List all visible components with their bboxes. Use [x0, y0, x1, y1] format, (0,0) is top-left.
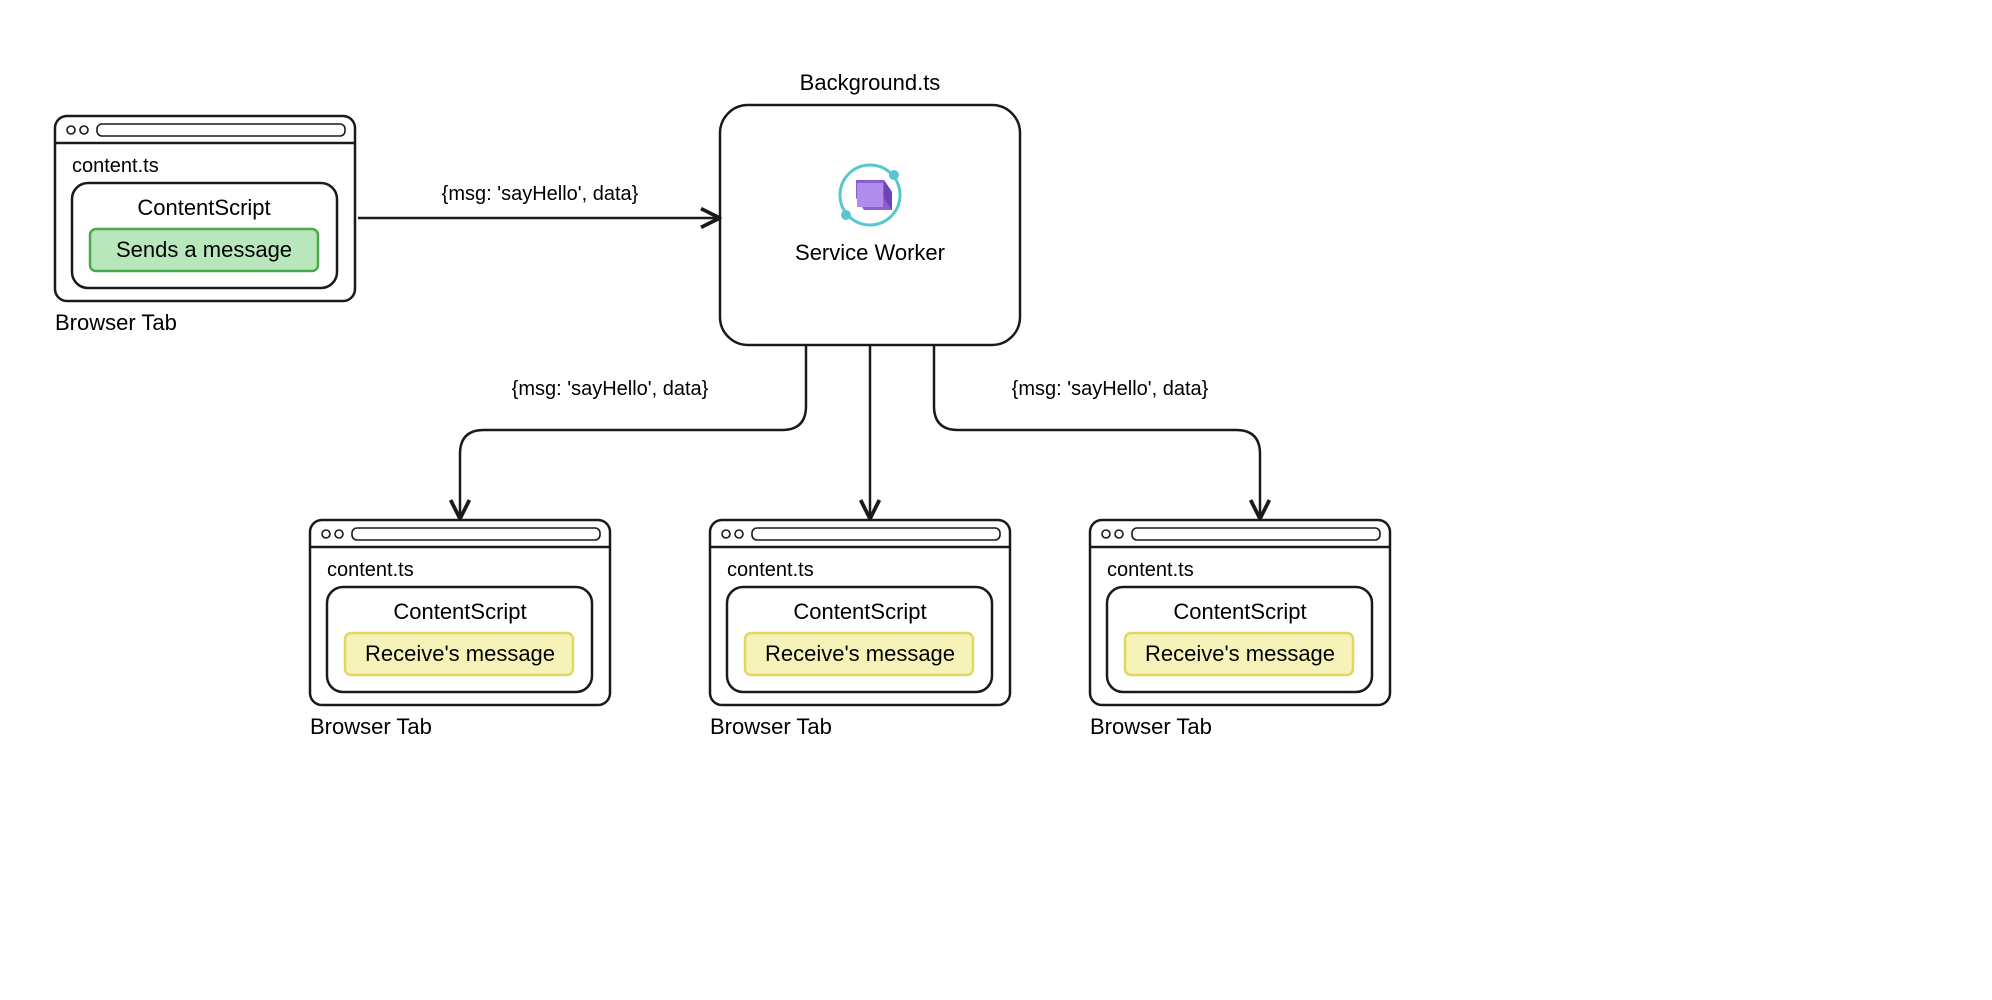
receiver-caption: Browser Tab: [310, 714, 432, 739]
receiver-tab: content.ts ContentScript Receive's messa…: [710, 520, 1010, 739]
receiver-tab: content.ts ContentScript Receive's messa…: [1090, 520, 1390, 739]
receiver-heading: ContentScript: [793, 599, 926, 624]
edge-right-label: {msg: 'sayHello', data}: [1012, 378, 1209, 400]
source-heading: ContentScript: [137, 195, 270, 220]
receiver-heading: ContentScript: [1173, 599, 1306, 624]
receiver-caption: Browser Tab: [710, 714, 832, 739]
svg-text:Receive's message: Receive's message: [365, 641, 555, 666]
receiver-file-label: content.ts: [327, 559, 414, 581]
svg-text:Receive's message: Receive's message: [1145, 641, 1335, 666]
background-box: Background.ts Service Worker: [720, 70, 1020, 345]
svg-text:Sends a message: Sends a message: [116, 237, 292, 262]
receiver-tab: content.ts ContentScript Receive's messa…: [310, 520, 610, 739]
edge-background-to-right: {msg: 'sayHello', data}: [934, 345, 1260, 515]
source-caption: Browser Tab: [55, 310, 177, 335]
svg-text:Receive's message: Receive's message: [765, 641, 955, 666]
source-file-label: content.ts: [72, 155, 159, 177]
receiver-file-label: content.ts: [1107, 559, 1194, 581]
edge-top-label: {msg: 'sayHello', data}: [442, 183, 639, 205]
receiver-heading: ContentScript: [393, 599, 526, 624]
receiver-file-label: content.ts: [727, 559, 814, 581]
edge-background-to-left: {msg: 'sayHello', data}: [460, 345, 806, 515]
edge-left-label: {msg: 'sayHello', data}: [512, 378, 709, 400]
edge-source-to-background: {msg: 'sayHello', data}: [358, 183, 716, 218]
background-label: Service Worker: [795, 240, 945, 265]
receiver-caption: Browser Tab: [1090, 714, 1212, 739]
source-tab: content.ts ContentScript Sends a message…: [55, 116, 355, 335]
background-title: Background.ts: [800, 70, 941, 95]
